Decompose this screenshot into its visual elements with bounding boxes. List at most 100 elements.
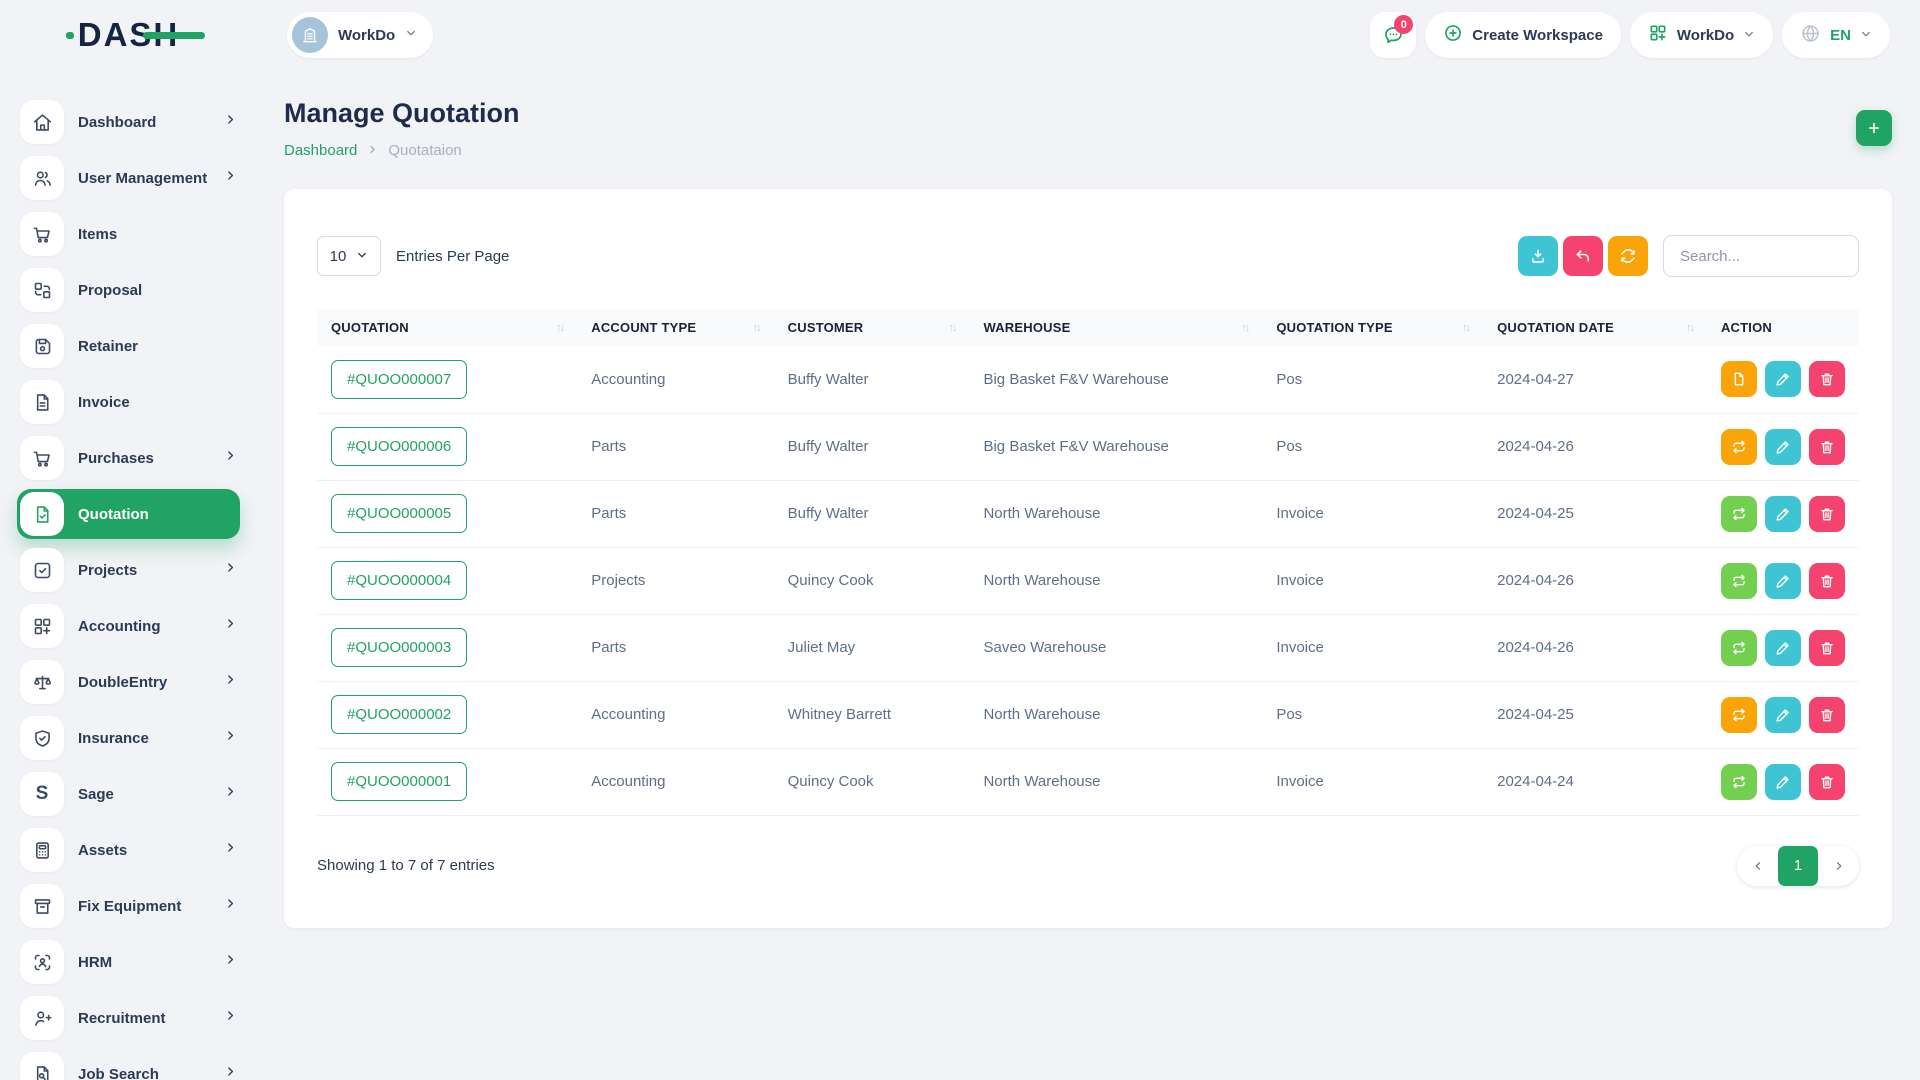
quotation-badge[interactable]: #QUOO000006: [331, 427, 467, 466]
quotation-badge[interactable]: #QUOO000004: [331, 561, 467, 600]
sidebar-item-projects[interactable]: Projects: [20, 548, 237, 592]
sidebar-item-hrm[interactable]: HRM: [20, 940, 237, 984]
edit-button[interactable]: [1765, 429, 1801, 465]
save-icon: [20, 324, 64, 368]
export-button[interactable]: [1518, 236, 1558, 276]
file-text-icon: [20, 380, 64, 424]
convert-button[interactable]: [1721, 697, 1757, 733]
chevron-right-icon: [224, 673, 237, 691]
refresh-button[interactable]: [1608, 236, 1648, 276]
delete-button[interactable]: [1809, 697, 1845, 733]
convert-icon: [1731, 640, 1747, 656]
delete-button[interactable]: [1809, 496, 1845, 532]
sidebar-item-user-management[interactable]: User Management: [20, 156, 237, 200]
table-header-row: QUOTATION↑↓ ACCOUNT TYPE↑↓ CUSTOMER↑↓ WA…: [317, 309, 1859, 346]
sidebar-item-invoice[interactable]: Invoice: [20, 380, 237, 424]
messages-button[interactable]: 0: [1370, 12, 1416, 58]
sidebar-item-dashboard[interactable]: Dashboard: [20, 100, 237, 144]
add-quotation-button[interactable]: [1856, 110, 1892, 146]
quotations-table: QUOTATION↑↓ ACCOUNT TYPE↑↓ CUSTOMER↑↓ WA…: [317, 309, 1859, 816]
shield-check-icon: [20, 716, 64, 760]
column-header-quotation[interactable]: QUOTATION↑↓: [317, 309, 577, 346]
delete-button[interactable]: [1809, 429, 1845, 465]
edit-button[interactable]: [1765, 563, 1801, 599]
convert-button[interactable]: [1721, 496, 1757, 532]
customer-cell: Buffy Walter: [774, 480, 970, 547]
edit-button[interactable]: [1765, 496, 1801, 532]
column-header-quotation-date[interactable]: QUOTATION DATE↑↓: [1483, 309, 1707, 346]
workspace-menu-button[interactable]: WorkDo: [1630, 12, 1773, 58]
building-icon: [300, 25, 320, 45]
quotation-badge[interactable]: #QUOO000003: [331, 628, 467, 667]
warehouse-cell: North Warehouse: [969, 480, 1262, 547]
sidebar-item-items[interactable]: Items: [20, 212, 237, 256]
chevron-right-icon: [224, 113, 237, 131]
sidebar-item-label: Assets: [78, 842, 210, 859]
entries-per-page-select[interactable]: 10: [317, 236, 381, 276]
quotation-date-cell: 2024-04-24: [1483, 748, 1707, 815]
table-row: #QUOO000002 Accounting Whitney Barrett N…: [317, 681, 1859, 748]
quotation-badge[interactable]: #QUOO000001: [331, 762, 467, 801]
delete-button[interactable]: [1809, 630, 1845, 666]
logo-dash-bar: [143, 32, 205, 39]
sidebar-item-recruitment[interactable]: Recruitment: [20, 996, 237, 1040]
grid-plus-icon: [20, 604, 64, 648]
warehouse-cell: Big Basket F&V Warehouse: [969, 413, 1262, 480]
sidebar-item-retainer[interactable]: Retainer: [20, 324, 237, 368]
customer-cell: Quincy Cook: [774, 748, 970, 815]
column-header-warehouse[interactable]: WAREHOUSE↑↓: [969, 309, 1262, 346]
convert-icon: [1731, 774, 1747, 790]
sidebar-item-accounting[interactable]: Accounting: [20, 604, 237, 648]
convert-button[interactable]: [1721, 429, 1757, 465]
sidebar-item-insurance[interactable]: Insurance: [20, 716, 237, 760]
delete-button[interactable]: [1809, 563, 1845, 599]
refresh-icon: [1619, 247, 1637, 265]
current-page[interactable]: 1: [1778, 846, 1818, 886]
column-header-account-type[interactable]: ACCOUNT TYPE↑↓: [577, 309, 773, 346]
trash-icon: [1819, 506, 1835, 522]
sidebar-item-fix-equipment[interactable]: Fix Equipment: [20, 884, 237, 928]
sidebar-item-doubleentry[interactable]: DoubleEntry: [20, 660, 237, 704]
previous-page-button[interactable]: [1737, 846, 1778, 886]
language-selector[interactable]: EN: [1782, 12, 1890, 58]
grid-plus-icon: [1648, 23, 1668, 47]
sidebar-item-job-search[interactable]: Job Search: [20, 1052, 237, 1080]
delete-button[interactable]: [1809, 361, 1845, 397]
edit-button[interactable]: [1765, 630, 1801, 666]
sidebar-item-proposal[interactable]: Proposal: [20, 268, 237, 312]
sidebar-item-sage[interactable]: S Sage: [20, 772, 237, 816]
chevron-right-icon: [224, 841, 237, 859]
edit-button[interactable]: [1765, 764, 1801, 800]
next-page-button[interactable]: [1818, 846, 1859, 886]
edit-button[interactable]: [1765, 697, 1801, 733]
edit-button[interactable]: [1765, 361, 1801, 397]
sort-icon: ↑↓: [753, 322, 760, 334]
sidebar-item-assets[interactable]: Assets: [20, 828, 237, 872]
quotation-badge[interactable]: #QUOO000005: [331, 494, 467, 533]
column-header-quotation-type[interactable]: QUOTATION TYPE↑↓: [1262, 309, 1483, 346]
quotation-badge[interactable]: #QUOO000007: [331, 360, 467, 399]
convert-button[interactable]: [1721, 563, 1757, 599]
sidebar-item-purchases[interactable]: Purchases: [20, 436, 237, 480]
create-workspace-button[interactable]: Create Workspace: [1425, 12, 1621, 58]
reset-button[interactable]: [1563, 236, 1603, 276]
sidebar-item-label: Invoice: [78, 394, 237, 411]
convert-button[interactable]: [1721, 764, 1757, 800]
quotation-badge[interactable]: #QUOO000002: [331, 695, 467, 734]
convert-button[interactable]: [1721, 630, 1757, 666]
duplicate-button[interactable]: [1721, 361, 1757, 397]
sidebar-item-quotation[interactable]: Quotation: [17, 489, 240, 539]
breadcrumb-current: Quotataion: [388, 142, 461, 159]
app-logo[interactable]: DASH: [78, 16, 180, 54]
quotation-date-cell: 2024-04-26: [1483, 413, 1707, 480]
chevron-down-icon: [1743, 27, 1755, 44]
delete-button[interactable]: [1809, 764, 1845, 800]
column-header-customer[interactable]: CUSTOMER↑↓: [774, 309, 970, 346]
breadcrumb-dashboard-link[interactable]: Dashboard: [284, 142, 357, 159]
table-footer: Showing 1 to 7 of 7 entries 1: [317, 846, 1859, 886]
workspace-selector[interactable]: WorkDo: [287, 12, 433, 58]
search-input[interactable]: [1663, 235, 1859, 277]
calculator-icon: [20, 828, 64, 872]
quotation-date-cell: 2024-04-25: [1483, 681, 1707, 748]
pagination: 1: [1737, 846, 1859, 886]
